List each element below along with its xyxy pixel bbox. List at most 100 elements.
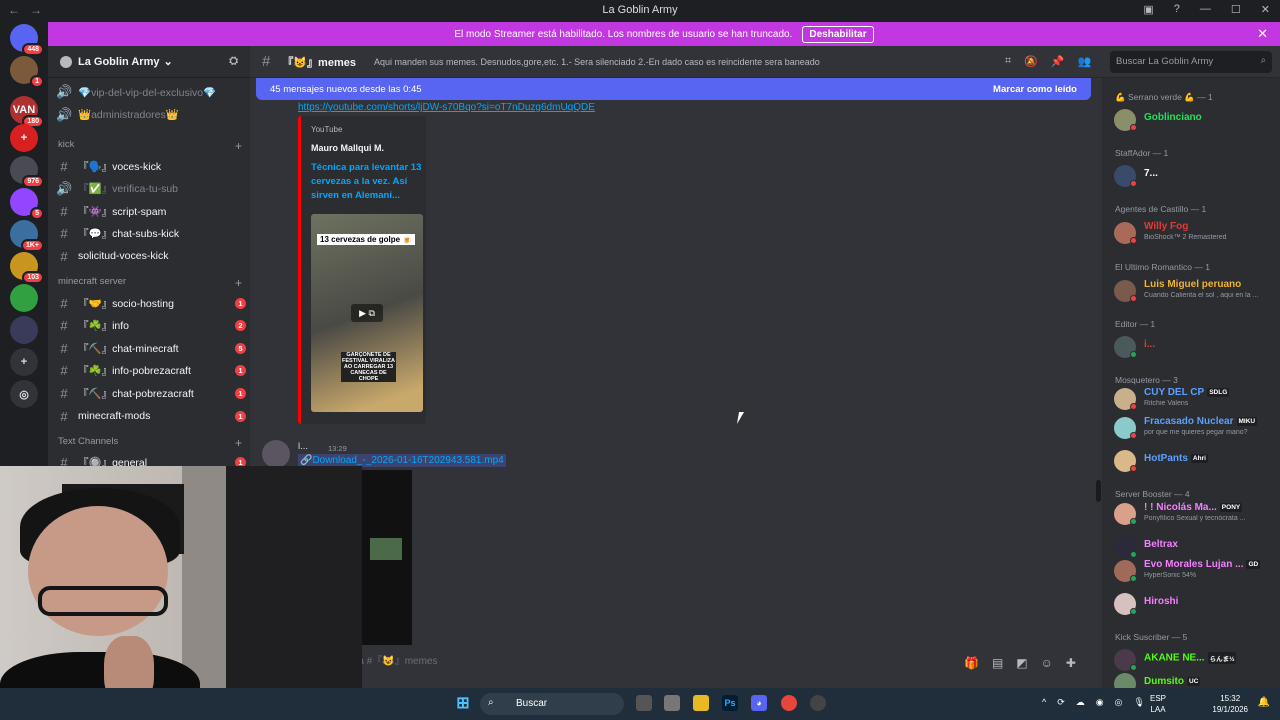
file-explorer-icon[interactable] — [693, 695, 709, 711]
discover-icon[interactable]: ◎ — [10, 380, 38, 408]
notification-icon[interactable]: 🔔 — [1258, 697, 1270, 708]
inbox-icon[interactable]: ▣ — [1143, 3, 1153, 16]
photoshop-icon[interactable]: Ps — [722, 695, 738, 711]
add-server-icon[interactable]: + — [10, 348, 38, 376]
channel-item[interactable]: # 『🗣️』voces-kick — [56, 156, 246, 176]
chrome-icon[interactable] — [781, 695, 797, 711]
server-icon[interactable]: + — [10, 124, 38, 152]
channel-name: 『😺』memes — [282, 56, 356, 69]
member-item[interactable]: AKANE NE... らんま½ — [1114, 648, 1276, 672]
server-icon[interactable]: VAN 180 — [10, 96, 44, 128]
maximize-icon[interactable]: ☐ — [1231, 3, 1241, 16]
cloud-icon[interactable]: ☁ — [1076, 697, 1085, 708]
channel-item[interactable]: # 『☘️』info-pobrezacraft 1 — [56, 361, 246, 381]
server-icon[interactable] — [10, 316, 38, 344]
member-item[interactable]: Willy Fog BioShock™ 2 Remastered — [1114, 221, 1276, 245]
add-channel-icon[interactable]: + — [235, 139, 242, 153]
scrollbar[interactable] — [1096, 480, 1101, 502]
sync-icon[interactable]: ⟳ — [1057, 697, 1065, 708]
channel-label: 『🔘』general — [78, 457, 148, 466]
gift-icon[interactable]: 🎁 — [964, 656, 979, 670]
language-indicator[interactable]: ESP LAA — [1148, 693, 1168, 715]
member-item[interactable]: Goblinciano — [1114, 108, 1276, 132]
channel-item[interactable]: # minecraft-mods 1 — [56, 406, 246, 426]
member-name: Luis Miguel peruano — [1144, 279, 1241, 290]
apps-icon[interactable]: ✚ — [1066, 656, 1076, 670]
channel-item[interactable]: 🔊 👑administradores👑 — [56, 105, 246, 125]
play-icon[interactable]: ▶ ⧉ — [351, 304, 383, 322]
embed-author[interactable]: Mauro Mallqui M. — [311, 143, 384, 153]
disable-button[interactable]: Deshabilitar — [802, 25, 874, 43]
member-item[interactable]: ! ! Nicolás Ma... PONY Ponyfílico Sexual y… — [1114, 502, 1276, 526]
server-icon[interactable]: 448 — [10, 24, 44, 56]
message-link[interactable]: https://youtube.com/shorts/ljDW-s70Bqo?s… — [298, 102, 595, 113]
sticker-icon[interactable]: ◩ — [1016, 656, 1027, 670]
pin-icon[interactable]: 📌 — [1051, 55, 1065, 68]
server-icon[interactable]: 1 — [10, 56, 44, 88]
members-icon[interactable]: 👥 — [1078, 55, 1092, 68]
server-icon[interactable] — [10, 284, 38, 312]
server-icon[interactable]: 1K+ — [10, 220, 44, 252]
search-input[interactable]: Buscar La Goblin Army ⌕ — [1110, 51, 1272, 73]
obs-icon[interactable] — [810, 695, 826, 711]
close-icon[interactable]: ✕ — [1257, 26, 1268, 42]
emoji-icon[interactable]: ☺ — [1041, 656, 1053, 670]
channel-topic[interactable]: Aqui manden sus memes. Desnudos,gore,etc… — [374, 57, 894, 67]
windows-start-icon[interactable]: ⊞ — [455, 695, 471, 712]
channel-category[interactable]: Text Channels + — [58, 436, 242, 450]
tray-app-icon[interactable]: ◉ — [1096, 697, 1104, 708]
channel-category[interactable]: kick + — [58, 139, 242, 153]
channel-item[interactable]: 🔊 💎vip-del-vip-del-exclusivo💎 — [56, 82, 246, 102]
message-author[interactable]: l... — [298, 441, 308, 452]
server-icon[interactable]: 5 — [10, 188, 44, 220]
member-item[interactable]: Hiroshi — [1114, 592, 1276, 616]
channel-item[interactable]: # 『💬』chat-subs-kick — [56, 224, 246, 244]
embed-title[interactable]: Técnica para levantar 13 cervezas a la v… — [311, 161, 427, 203]
channel-item[interactable]: # 『🔘』general 1 — [56, 453, 246, 466]
notifications-icon[interactable]: 🔕 — [1024, 55, 1038, 68]
member-category: 💪 Serrano verde 💪 — 1 — [1115, 92, 1213, 102]
chevron-up-icon[interactable]: ^ — [1042, 697, 1046, 708]
unread-badge: 5 — [235, 342, 246, 354]
member-item[interactable]: i... — [1114, 335, 1276, 359]
close-window-icon[interactable]: ✕ — [1261, 3, 1270, 16]
clock[interactable]: 15:32 19/1/2026 — [1212, 693, 1248, 715]
add-channel-icon[interactable]: + — [235, 436, 242, 450]
member-name: Goblinciano — [1144, 112, 1202, 123]
gif-icon[interactable]: ▤ — [992, 656, 1003, 670]
channel-item[interactable]: # 『☘️』info 2 — [56, 316, 246, 336]
member-item[interactable]: 7... — [1114, 164, 1276, 188]
tray-app2-icon[interactable]: ◎ — [1115, 697, 1123, 708]
member-item[interactable]: CUY DEL CP SDLG Ritchie Valens — [1114, 387, 1276, 411]
help-icon[interactable]: ? — [1174, 3, 1180, 16]
member-item[interactable]: HotPants Ahri — [1114, 449, 1276, 473]
task-view-icon[interactable] — [636, 695, 652, 711]
channel-item[interactable]: # 『⛏️』chat-minecraft 5 — [56, 338, 246, 358]
minimize-icon[interactable]: — — [1200, 3, 1211, 16]
add-member-icon[interactable]: ⛭ — [229, 55, 238, 68]
mark-read-button[interactable]: Marcar como leído — [993, 84, 1077, 95]
member-item[interactable]: Beltrax — [1114, 535, 1276, 559]
channel-item[interactable]: # 『🤝』socio-hosting 1 — [56, 293, 246, 313]
app-icon[interactable] — [664, 695, 680, 711]
channel-item[interactable]: # 『⛏️』chat-pobrezacraft 1 — [56, 383, 246, 403]
channel-item[interactable]: 🔊 『✅』verifica-tu-sub — [56, 179, 246, 199]
member-item[interactable]: Evo Morales Lujan ... GD HyperSonic 54% — [1114, 559, 1276, 583]
add-channel-icon[interactable]: + — [235, 276, 242, 290]
member-item[interactable]: Fracasado Nuclear MIKU por que me quieres … — [1114, 416, 1276, 440]
video-preview[interactable] — [362, 470, 412, 645]
avatar[interactable] — [262, 440, 290, 468]
mic-icon[interactable]: 🎙 — [1134, 697, 1145, 708]
new-messages-bar[interactable]: 45 mensajes nuevos desde las 0:45 Marcar… — [256, 78, 1091, 100]
video-thumbnail[interactable]: 13 cervezas de golpe 🍺 ▶ ⧉ GARÇONETE DE … — [311, 214, 423, 412]
channel-item[interactable]: # 『👾』script-spam — [56, 201, 246, 221]
threads-icon[interactable]: ⌗ — [1005, 55, 1011, 68]
guild-header[interactable]: La Goblin Army ⌄ ⛭ — [48, 46, 250, 78]
channel-item[interactable]: # solicitud-voces-kick — [56, 246, 246, 266]
server-icon[interactable]: 976 — [10, 156, 44, 188]
channel-category[interactable]: minecraft server + — [58, 276, 242, 290]
taskbar-search[interactable]: ⌕ Buscar — [480, 693, 624, 715]
member-item[interactable]: Luis Miguel peruano Cuando Calienta el so… — [1114, 279, 1276, 303]
discord-icon[interactable]: ◕ — [751, 695, 767, 711]
server-icon[interactable]: 103 — [10, 252, 44, 284]
